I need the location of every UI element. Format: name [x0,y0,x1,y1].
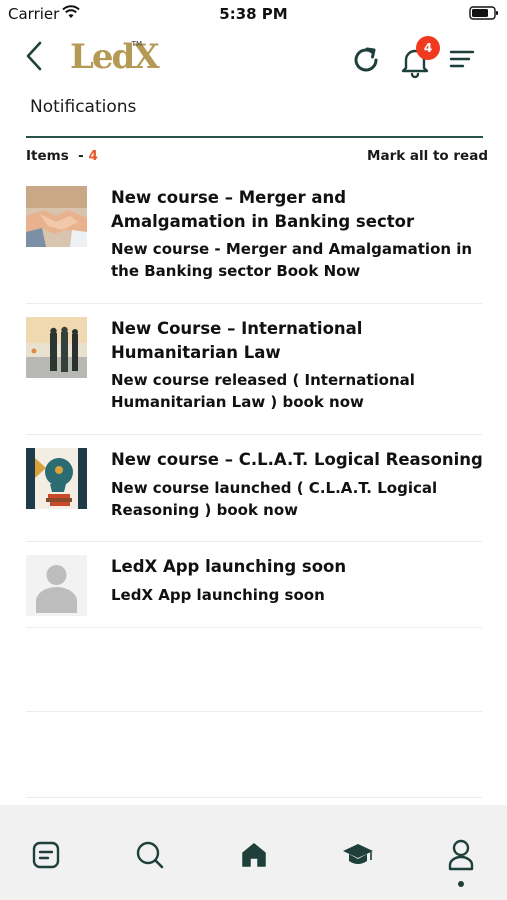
notification-title: New course – C.L.A.T. Logical Reasoning [111,450,483,469]
items-count-value: 4 [88,148,98,164]
empty-row-divider [26,711,482,712]
home-icon [242,843,266,867]
tab-notes[interactable] [26,835,66,875]
head-scales-image [26,448,87,509]
notification-count-badge: 4 [416,36,440,60]
notification-item[interactable]: New course – C.L.A.T. Logical Reasoning … [26,442,483,542]
title-divider [26,136,483,138]
chevron-left-icon [26,41,42,71]
notification-body: New course launched ( C.L.A.T. Logical R… [111,479,438,519]
items-label-text: Items - [26,148,89,164]
logo-text: LedX [70,37,160,77]
notification-body: New course released ( International Huma… [111,371,415,411]
notification-title: New Course – International Humanitarian … [111,319,363,362]
tab-profile[interactable] [441,835,481,875]
status-time: 5:38 PM [219,5,288,23]
soldiers-image [26,317,87,378]
notification-divider [26,627,482,628]
notes-icon [32,841,60,869]
menu-lines-icon [449,50,475,68]
notification-body: LedX App launching soon [111,586,325,604]
notification-item[interactable]: New course – Merger and Amalgamation in … [26,180,482,304]
notification-item[interactable]: LedX App launching soon LedX App launchi… [26,549,482,629]
notification-title: LedX App launching soon [111,557,347,576]
refresh-button[interactable] [350,44,382,76]
placeholder-avatar-image [26,555,87,616]
page-title: Notifications [30,97,137,117]
notification-item[interactable]: New Course – International Humanitarian … [26,311,482,435]
back-button[interactable] [20,38,48,74]
notification-title: New course – Merger and Amalgamation in … [111,188,415,231]
battery-icon [469,6,498,20]
handshake-image [26,186,87,247]
notifications-bell-button[interactable]: 4 [400,36,440,79]
notification-body: New course - Merger and Amalgamation in … [111,240,473,280]
tab-courses[interactable] [338,835,378,875]
profile-icon [448,839,474,871]
logo-trademark: TM [131,40,142,48]
mark-all-read-button[interactable]: Mark all to read [367,148,488,164]
status-bar: Carrier 5:38 PM [0,0,507,28]
refresh-icon [354,47,378,72]
bottom-tab-bar [0,805,507,900]
active-tab-indicator [458,881,464,887]
tab-search[interactable] [130,835,170,875]
ledx-logo: LedX TM [70,38,160,76]
menu-button[interactable] [448,46,476,74]
tab-home[interactable] [234,835,274,875]
empty-row-divider [26,797,482,798]
notification-divider [26,434,482,435]
notification-divider [26,303,482,304]
notification-divider [26,541,482,542]
items-count-label: Items - 4 [26,148,98,164]
graduation-cap-icon [343,844,373,864]
search-icon [136,841,164,869]
